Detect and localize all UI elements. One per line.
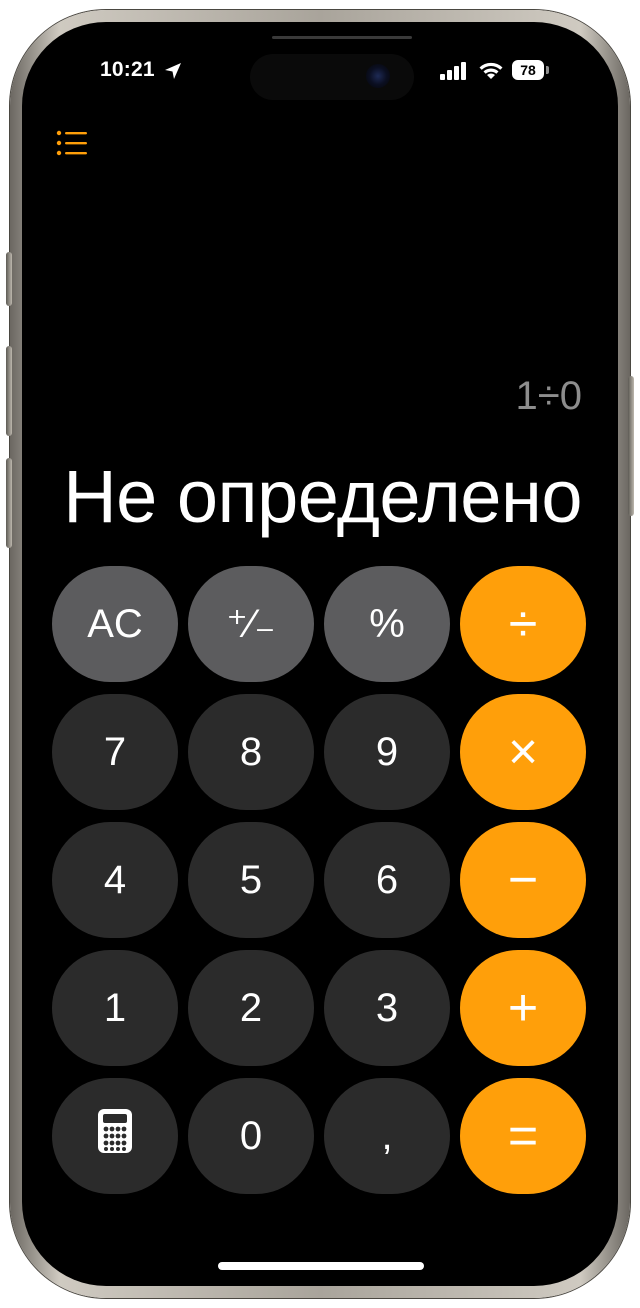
battery-tip	[546, 66, 549, 74]
minus-button[interactable]: −	[460, 822, 586, 938]
digit-6-button[interactable]: 6	[324, 822, 450, 938]
decimal-comma-label: ,	[381, 1113, 393, 1158]
digit-4-button[interactable]: 4	[52, 822, 178, 938]
multiply-button[interactable]: ×	[460, 694, 586, 810]
result-display: Не определено	[63, 455, 582, 538]
wifi-icon	[478, 60, 504, 85]
calculator-mode-button[interactable]	[52, 1078, 178, 1194]
calculator-icon	[97, 1108, 133, 1164]
digit-2-button[interactable]: 2	[188, 950, 314, 1066]
plus-minus-button[interactable]: ⁺∕₋	[188, 566, 314, 682]
all-clear-button[interactable]: AC	[52, 566, 178, 682]
divide-label: ÷	[508, 595, 538, 653]
divide-button[interactable]: ÷	[460, 566, 586, 682]
all-clear-label: AC	[87, 601, 143, 646]
digit-3-label: 3	[375, 985, 399, 1030]
home-indicator[interactable]	[218, 1262, 424, 1270]
digit-9-button[interactable]: 9	[324, 694, 450, 810]
battery-icon: 78	[512, 60, 544, 80]
digit-8-label: 8	[239, 729, 263, 774]
expression-display: 1÷0	[515, 374, 582, 418]
digit-5-label: 5	[239, 857, 263, 902]
digit-7-label: 7	[103, 729, 127, 774]
battery-level: 78	[520, 62, 536, 78]
digit-1-label: 1	[103, 985, 127, 1030]
speaker-grille	[272, 36, 412, 39]
digit-0-button[interactable]: 0	[188, 1078, 314, 1194]
action-button	[6, 252, 12, 306]
digit-0-label: 0	[239, 1113, 263, 1158]
minus-label: −	[507, 851, 539, 909]
list-icon[interactable]	[56, 130, 88, 161]
digit-9-label: 9	[375, 729, 399, 774]
digit-3-button[interactable]: 3	[324, 950, 450, 1066]
digit-4-label: 4	[103, 857, 127, 902]
cellular-signal-icon	[440, 62, 468, 85]
digit-8-button[interactable]: 8	[188, 694, 314, 810]
volume-down-button	[6, 458, 12, 548]
equals-button[interactable]: =	[460, 1078, 586, 1194]
plus-button[interactable]: +	[460, 950, 586, 1066]
location-arrow-icon	[164, 62, 182, 85]
digit-2-label: 2	[239, 985, 263, 1030]
multiply-label: ×	[507, 723, 539, 781]
phone-screen: 10:21 78 1÷0 Не определено AC ⁺∕₋ % ÷ 7 …	[22, 22, 618, 1286]
volume-up-button	[6, 346, 12, 436]
digit-1-button[interactable]: 1	[52, 950, 178, 1066]
plus-label: +	[507, 979, 539, 1037]
percent-label: %	[369, 601, 405, 646]
percent-button[interactable]: %	[324, 566, 450, 682]
front-camera	[366, 64, 390, 88]
decimal-comma-button[interactable]: ,	[324, 1078, 450, 1194]
digit-7-button[interactable]: 7	[52, 694, 178, 810]
status-time: 10:21	[100, 58, 155, 81]
digit-5-button[interactable]: 5	[188, 822, 314, 938]
equals-label: =	[507, 1107, 539, 1165]
side-power-button	[628, 376, 634, 516]
digit-6-label: 6	[375, 857, 399, 902]
plus-minus-label: ⁺∕₋	[226, 602, 276, 646]
